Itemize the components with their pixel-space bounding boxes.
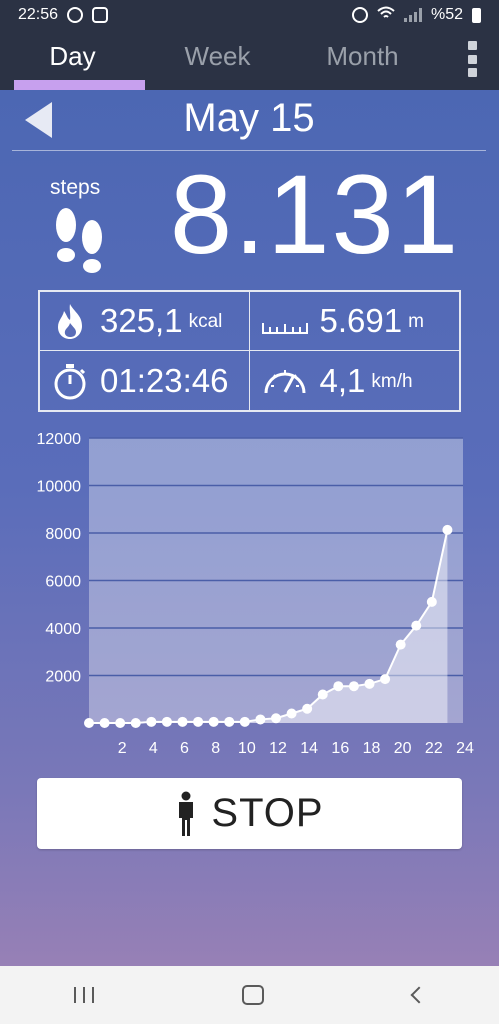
data-point <box>255 714 266 725</box>
steps-label: steps <box>50 176 101 199</box>
speed-cell: 4,1 km/h <box>250 351 460 410</box>
main-panel: May 15 steps 8.131 325,1 kcal 5.691 m 01… <box>0 90 499 966</box>
overflow-menu-icon[interactable] <box>467 41 477 77</box>
battery-percent: %52 <box>430 6 463 23</box>
stop-button[interactable]: STOP <box>37 778 462 849</box>
battery-icon <box>472 7 481 23</box>
x-tick-label: 10 <box>238 740 256 757</box>
data-point <box>224 716 235 727</box>
date-title: May 15 <box>183 96 315 140</box>
y-tick-label: 4000 <box>45 621 81 638</box>
duration-value: 01:23:46 <box>100 361 229 399</box>
person-icon <box>179 791 194 836</box>
x-tick-label: 24 <box>456 740 474 757</box>
x-tick-label: 4 <box>149 740 158 757</box>
data-point <box>333 681 344 692</box>
data-point <box>271 713 281 724</box>
data-point <box>193 716 204 727</box>
speed-value: 4,1 <box>319 361 366 399</box>
status-left: 22:56 <box>18 6 109 24</box>
data-point <box>286 708 297 719</box>
y-tick-label: 2000 <box>45 669 81 686</box>
data-point <box>239 716 250 727</box>
y-tick-label: 10000 <box>37 479 82 496</box>
x-tick-label: 22 <box>425 740 443 757</box>
flame-icon <box>58 304 82 339</box>
y-tick-label: 12000 <box>37 431 82 448</box>
stopwatch-icon <box>54 363 86 399</box>
speedometer-icon <box>264 369 305 393</box>
system-nav-bar <box>0 966 499 1024</box>
x-tick-label: 14 <box>300 740 318 757</box>
data-point <box>380 674 391 685</box>
y-tick-label: 6000 <box>45 574 81 591</box>
calories-unit: kcal <box>188 311 223 332</box>
x-tick-label: 12 <box>269 740 287 757</box>
status-right: %52 <box>351 6 481 25</box>
x-tick-label: 16 <box>331 740 349 757</box>
x-tick-label: 18 <box>363 740 381 757</box>
whatsapp-icon <box>67 7 84 23</box>
stop-label: STOP <box>211 791 324 835</box>
back-icon[interactable] <box>410 986 428 1004</box>
distance-unit: m <box>408 311 424 332</box>
data-point <box>84 718 94 728</box>
notification-app-icon <box>92 7 109 23</box>
stats-grid: 325,1 kcal 5.691 m 01:23:46 4,1 km/h <box>38 290 461 412</box>
data-point <box>99 718 110 728</box>
tab-bar: Day Week Month <box>0 30 499 90</box>
status-time: 22:56 <box>18 6 59 23</box>
recents-icon[interactable] <box>74 987 95 1003</box>
tab-month[interactable]: Month <box>290 30 435 90</box>
data-point <box>177 716 188 727</box>
distance-cell: 5.691 m <box>249 292 459 351</box>
data-point <box>302 703 313 714</box>
duration-cell: 01:23:46 <box>40 351 250 410</box>
data-point <box>317 689 328 700</box>
steps-chart: 200040006000800010000120002 4 6 8 10 12 14 16 18… <box>37 431 475 757</box>
x-tick-label: 6 <box>180 740 189 757</box>
data-point <box>442 524 453 535</box>
data-point <box>411 620 422 631</box>
x-tick-label: 20 <box>394 740 412 757</box>
tab-week[interactable]: Week <box>145 30 290 90</box>
ruler-icon <box>261 323 308 334</box>
data-point <box>395 639 406 650</box>
y-tick-label: 8000 <box>45 526 81 543</box>
distance-value: 5.691 <box>319 302 403 339</box>
data-point <box>161 716 172 727</box>
signal-icon <box>403 8 422 22</box>
data-point <box>146 716 157 727</box>
data-point <box>130 718 141 728</box>
home-icon[interactable] <box>242 985 265 1005</box>
tab-day[interactable]: Day <box>0 30 145 90</box>
wifi-icon <box>377 6 395 25</box>
data-point <box>364 678 375 689</box>
data-point <box>208 716 219 727</box>
x-tick-label: 8 <box>211 740 220 757</box>
speed-unit: km/h <box>371 370 413 392</box>
calories-value: 325,1 <box>100 302 183 339</box>
footprints-icon <box>56 208 102 273</box>
calories-cell: 325,1 kcal <box>40 292 250 351</box>
alarm-icon <box>351 7 368 23</box>
status-bar: 22:56 %52 <box>0 0 499 30</box>
data-point <box>348 681 359 692</box>
x-tick-label: 2 <box>118 740 127 757</box>
data-point <box>426 596 437 607</box>
steps-count: 8.131 <box>169 152 461 277</box>
data-point <box>115 718 126 728</box>
date-navigation: May 15 <box>12 90 486 151</box>
